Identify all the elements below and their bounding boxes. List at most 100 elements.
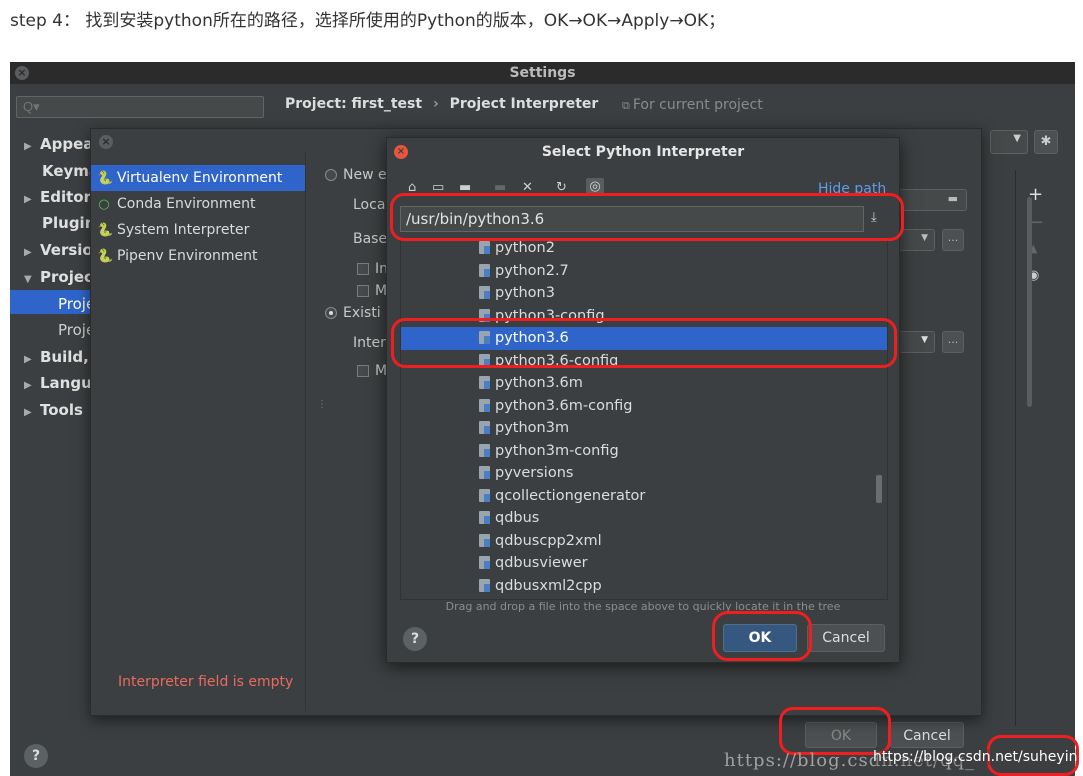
make-available-checkbox[interactable]	[357, 285, 369, 297]
close-icon[interactable]: ×	[394, 145, 408, 159]
file-name: qcollectiongenerator	[495, 487, 646, 504]
file-name: qdbusviewer	[495, 555, 588, 571]
folder-icon[interactable]: ▬	[459, 180, 471, 195]
for-current-project-label: For current project	[632, 97, 763, 113]
inherit-option[interactable]: In	[357, 261, 388, 277]
desktop-icon[interactable]: ▭	[432, 180, 444, 195]
environment-item[interactable]: ○ Conda Environment	[91, 191, 305, 217]
settings-tree-item[interactable]: ▶ Tools	[24, 401, 83, 419]
packages-toolbar: + − ▲ ◉	[1015, 170, 1060, 726]
breadcrumb-project[interactable]: Project: first_test	[285, 96, 422, 112]
make-available-checkbox-2[interactable]	[357, 365, 369, 377]
chevron-right-icon[interactable]: ▶	[24, 141, 34, 152]
file-name: python3m-config	[495, 442, 619, 459]
settings-tree-item[interactable]: ▶ Build, I	[24, 348, 100, 366]
new-env-option[interactable]: New e	[325, 167, 387, 183]
settings-help-button[interactable]: ?	[24, 744, 48, 768]
settings-tree-item[interactable]: ▼ Project	[24, 268, 100, 286]
chevron-right-icon[interactable]: ▶	[24, 247, 34, 258]
settings-search-input[interactable]	[21, 98, 225, 115]
settings-titlebar: Settings	[10, 62, 1075, 84]
settings-tree-item[interactable]: ▶ Editor	[24, 188, 91, 206]
file-tree-item[interactable]: qdbusxml2cpp	[401, 575, 887, 598]
select-cancel-button[interactable]: Cancel	[807, 624, 885, 652]
settings-tree-item[interactable]: ▶ Appeai	[24, 135, 99, 153]
interpreter-browse-button[interactable]: ...	[942, 331, 964, 353]
file-tree-item[interactable]: python3.6m	[401, 372, 887, 395]
settings-cancel-button[interactable]: Cancel	[890, 722, 964, 748]
splitter-handle-icon[interactable]: ⋮	[317, 399, 327, 410]
chevron-right-icon[interactable]: ▶	[24, 407, 34, 418]
file-tree-item[interactable]: qdbus	[401, 507, 887, 530]
file-tree-item[interactable]: python3.6	[401, 327, 887, 350]
chevron-right-icon[interactable]: ▶	[24, 380, 34, 391]
file-tree[interactable]: python2 python2.7 python3 python3-config pyt…	[400, 238, 888, 600]
file-tree-item[interactable]: python2	[401, 239, 887, 260]
chevron-down-icon: ▼	[921, 233, 928, 243]
existing-env-label: Existi	[343, 305, 381, 321]
environment-label: System Interpreter	[117, 222, 250, 238]
file-tree-item[interactable]: qdbuscpp2xml	[401, 530, 887, 553]
settings-tree-item[interactable]: ▶ Versior	[24, 241, 100, 259]
path-input[interactable]	[406, 210, 826, 228]
breadcrumb-page: Project Interpreter	[449, 96, 599, 112]
show-hidden-icon[interactable]: ◎	[586, 178, 604, 196]
existing-env-option[interactable]: Existi	[325, 305, 381, 321]
file-icon	[479, 241, 490, 254]
drag-drop-hint: Drag and drop a file into the space abov…	[445, 600, 841, 613]
new-folder-icon[interactable]: ▬	[494, 180, 506, 195]
file-tree-item[interactable]: python3.6-config	[401, 350, 887, 373]
delete-icon[interactable]: ✕	[522, 180, 533, 195]
add-dialog-close-icon[interactable]: ×	[99, 135, 113, 149]
make-available-option[interactable]: M	[357, 283, 387, 299]
inherit-checkbox[interactable]	[357, 263, 369, 275]
file-tree-item[interactable]: python3m-config	[401, 440, 887, 463]
file-tree-item[interactable]: python3	[401, 282, 887, 305]
file-tree-item[interactable]: pyversions	[401, 462, 887, 485]
download-icon[interactable]: ⤓	[871, 210, 877, 225]
file-tree-item[interactable]: qcollectiongenerator	[401, 485, 887, 508]
file-name: python2	[495, 240, 555, 256]
environment-item[interactable]: 🐍 System Interpreter	[91, 217, 305, 243]
interpreter-dropdown[interactable]: ▼	[990, 130, 1028, 154]
file-name: qdbusxml2cpp	[495, 577, 602, 594]
environment-item[interactable]: 🐍 Pipenv Environment	[91, 243, 305, 269]
refresh-icon[interactable]: ↻	[556, 180, 567, 195]
base-interpreter-combo[interactable]: ▼	[899, 229, 935, 251]
file-tree-item[interactable]: python3.6m-config	[401, 395, 887, 418]
base-browse-button[interactable]: ...	[942, 229, 964, 251]
settings-search-box[interactable]	[16, 96, 264, 118]
file-tree-item[interactable]: qdbusviewer	[401, 552, 887, 575]
home-icon[interactable]: ⌂	[408, 180, 416, 195]
existing-env-radio[interactable]	[325, 307, 337, 319]
conda-icon: ○	[98, 197, 110, 212]
file-tree-item[interactable]: python3m	[401, 417, 887, 440]
settings-ok-button[interactable]: OK	[805, 722, 877, 748]
make-available-option-2[interactable]: M	[357, 363, 387, 379]
file-icon	[479, 263, 490, 277]
chevron-right-icon[interactable]: ▶	[24, 194, 34, 205]
settings-close-icon[interactable]: ×	[15, 66, 29, 80]
chevron-right-icon[interactable]: ▶	[24, 354, 34, 365]
file-tree-scrollbar[interactable]	[876, 475, 882, 503]
file-tree-item[interactable]: python3-config	[401, 305, 887, 328]
chevron-down-icon[interactable]: ▼	[24, 274, 34, 285]
new-env-radio[interactable]	[325, 169, 337, 181]
file-tree-item[interactable]: python2.7	[401, 260, 887, 283]
file-name: python3.6-config	[495, 352, 619, 369]
chevron-down-icon: ▼	[921, 335, 928, 345]
select-ok-button[interactable]: OK	[723, 624, 797, 652]
file-name: python2.7	[495, 262, 569, 279]
hide-path-link[interactable]: Hide path	[818, 181, 886, 197]
interpreter-combo[interactable]: ▼	[899, 331, 935, 353]
breadcrumb: Project: first_test › Project Interprete…	[285, 96, 598, 112]
location-field[interactable]: ▬	[899, 189, 967, 211]
gear-icon[interactable]: ✱	[1034, 130, 1058, 154]
settings-tree-label: Editor	[40, 188, 91, 206]
packages-scrollbar[interactable]	[1027, 197, 1032, 407]
file-icon	[479, 421, 490, 434]
environment-item[interactable]: 🐍 Virtualenv Environment	[91, 165, 305, 191]
settings-title: Settings	[509, 65, 576, 81]
select-help-button[interactable]: ?	[403, 627, 427, 651]
path-field[interactable]	[400, 206, 864, 232]
